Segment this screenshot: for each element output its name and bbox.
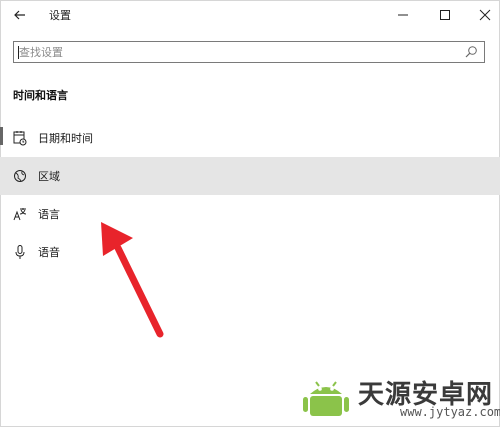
watermark-url: www.jytyaz.com xyxy=(400,405,500,419)
android-logo-icon xyxy=(303,381,349,416)
annotation-arrow xyxy=(101,222,164,338)
watermark: 天源安卓网 www.jytyaz.com xyxy=(300,372,500,427)
